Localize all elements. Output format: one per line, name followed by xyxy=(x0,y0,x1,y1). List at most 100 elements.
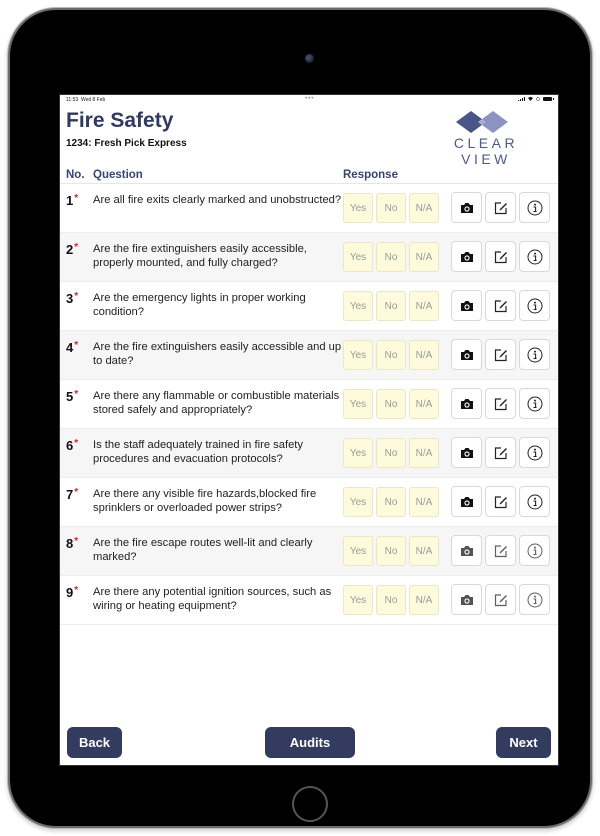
response-options: Yes No N/A xyxy=(343,242,439,272)
response-yes-button[interactable]: Yes xyxy=(343,291,373,321)
camera-button[interactable] xyxy=(451,339,482,370)
edit-note-button[interactable] xyxy=(485,486,516,517)
response-no-button[interactable]: No xyxy=(376,242,406,272)
info-button[interactable] xyxy=(519,486,550,517)
question-text: Are there any potential ignition sources… xyxy=(93,586,332,612)
response-no-button[interactable]: No xyxy=(376,193,406,223)
logo-text: CLEAR VIEW xyxy=(453,135,519,167)
response-na-button[interactable]: N/A xyxy=(409,536,439,566)
info-button[interactable] xyxy=(519,535,550,566)
status-time: 11:53 Wed 8 Feb xyxy=(66,97,106,103)
info-button[interactable] xyxy=(519,241,550,272)
camera-button[interactable] xyxy=(451,535,482,566)
response-options: Yes No N/A xyxy=(343,438,439,468)
response-yes-button[interactable]: Yes xyxy=(343,340,373,370)
edit-icon xyxy=(494,250,508,264)
signal-icon xyxy=(518,97,525,101)
response-no-button[interactable]: No xyxy=(376,487,406,517)
response-no-button[interactable]: No xyxy=(376,438,406,468)
response-yes-button[interactable]: Yes xyxy=(343,487,373,517)
response-no-button[interactable]: No xyxy=(376,340,406,370)
response-yes-button[interactable]: Yes xyxy=(343,389,373,419)
clear-view-logo: CLEAR VIEW xyxy=(430,111,542,167)
info-icon xyxy=(527,298,543,314)
response-na-button[interactable]: N/A xyxy=(409,487,439,517)
question-text: Are the fire extinguishers easily access… xyxy=(93,341,342,367)
camera-button[interactable] xyxy=(451,241,482,272)
ipad-frame: 11:53 Wed 8 Feb ••• Fire Safety 1234: Fr… xyxy=(10,10,590,826)
row-tools xyxy=(451,437,550,468)
info-icon xyxy=(527,396,543,412)
edit-note-button[interactable] xyxy=(485,339,516,370)
question-number: 3* xyxy=(66,291,79,306)
response-na-button[interactable]: N/A xyxy=(409,340,439,370)
camera-button[interactable] xyxy=(451,388,482,419)
required-marker: * xyxy=(74,291,79,302)
edit-note-button[interactable] xyxy=(485,388,516,419)
question-number: 2* xyxy=(66,242,79,257)
edit-note-button[interactable] xyxy=(485,535,516,566)
response-yes-button[interactable]: Yes xyxy=(343,438,373,468)
edit-icon xyxy=(494,544,508,558)
question-text: Are the fire extinguishers easily access… xyxy=(93,243,307,269)
camera-button[interactable] xyxy=(451,290,482,321)
info-button[interactable] xyxy=(519,192,550,223)
question-row: 4* Are the fire extinguishers easily acce… xyxy=(60,331,558,380)
response-yes-button[interactable]: Yes xyxy=(343,585,373,615)
response-no-button[interactable]: No xyxy=(376,585,406,615)
info-button[interactable] xyxy=(519,584,550,615)
multitasking-dots: ••• xyxy=(305,96,315,102)
question-number: 5* xyxy=(66,389,79,404)
response-na-button[interactable]: N/A xyxy=(409,585,439,615)
edit-note-button[interactable] xyxy=(485,437,516,468)
info-button[interactable] xyxy=(519,339,550,370)
question-text: Is the staff adequately trained in fire … xyxy=(93,439,303,465)
info-icon xyxy=(527,592,543,608)
camera-icon xyxy=(460,202,474,214)
edit-icon xyxy=(494,593,508,607)
camera-icon xyxy=(460,594,474,606)
camera-button[interactable] xyxy=(451,486,482,517)
response-no-button[interactable]: No xyxy=(376,291,406,321)
info-icon xyxy=(527,249,543,265)
info-button[interactable] xyxy=(519,290,550,321)
response-yes-button[interactable]: Yes xyxy=(343,536,373,566)
response-yes-button[interactable]: Yes xyxy=(343,193,373,223)
response-no-button[interactable]: No xyxy=(376,389,406,419)
response-yes-button[interactable]: Yes xyxy=(343,242,373,272)
camera-button[interactable] xyxy=(451,192,482,223)
edit-note-button[interactable] xyxy=(485,290,516,321)
edit-icon xyxy=(494,397,508,411)
home-button[interactable] xyxy=(292,786,328,822)
next-button[interactable]: Next xyxy=(496,727,551,758)
response-no-button[interactable]: No xyxy=(376,536,406,566)
question-text: Are all fire exits clearly marked and un… xyxy=(93,194,342,206)
info-button[interactable] xyxy=(519,388,550,419)
edit-note-button[interactable] xyxy=(485,192,516,223)
camera-button[interactable] xyxy=(451,584,482,615)
audits-button[interactable]: Audits xyxy=(265,727,355,758)
camera-button[interactable] xyxy=(451,437,482,468)
response-na-button[interactable]: N/A xyxy=(409,291,439,321)
status-bar: 11:53 Wed 8 Feb ••• xyxy=(60,95,558,105)
response-options: Yes No N/A xyxy=(343,536,439,566)
system-icons xyxy=(518,97,554,101)
response-na-button[interactable]: N/A xyxy=(409,193,439,223)
back-button[interactable]: Back xyxy=(67,727,122,758)
row-tools xyxy=(451,584,550,615)
question-row: 3* Are the emergency lights in proper wor… xyxy=(60,282,558,331)
question-row: 7* Are there any visible fire hazards,blo… xyxy=(60,478,558,527)
edit-note-button[interactable] xyxy=(485,584,516,615)
question-list: 1* Are all fire exits clearly marked and … xyxy=(60,184,558,625)
response-na-button[interactable]: N/A xyxy=(409,389,439,419)
info-icon xyxy=(527,445,543,461)
store-subtitle: 1234: Fresh Pick Express xyxy=(66,138,187,149)
question-number: 4* xyxy=(66,340,79,355)
response-na-button[interactable]: N/A xyxy=(409,438,439,468)
edit-note-button[interactable] xyxy=(485,241,516,272)
info-button[interactable] xyxy=(519,437,550,468)
camera-icon xyxy=(460,447,474,459)
response-na-button[interactable]: N/A xyxy=(409,242,439,272)
question-number: 7* xyxy=(66,487,79,502)
edit-icon xyxy=(494,495,508,509)
